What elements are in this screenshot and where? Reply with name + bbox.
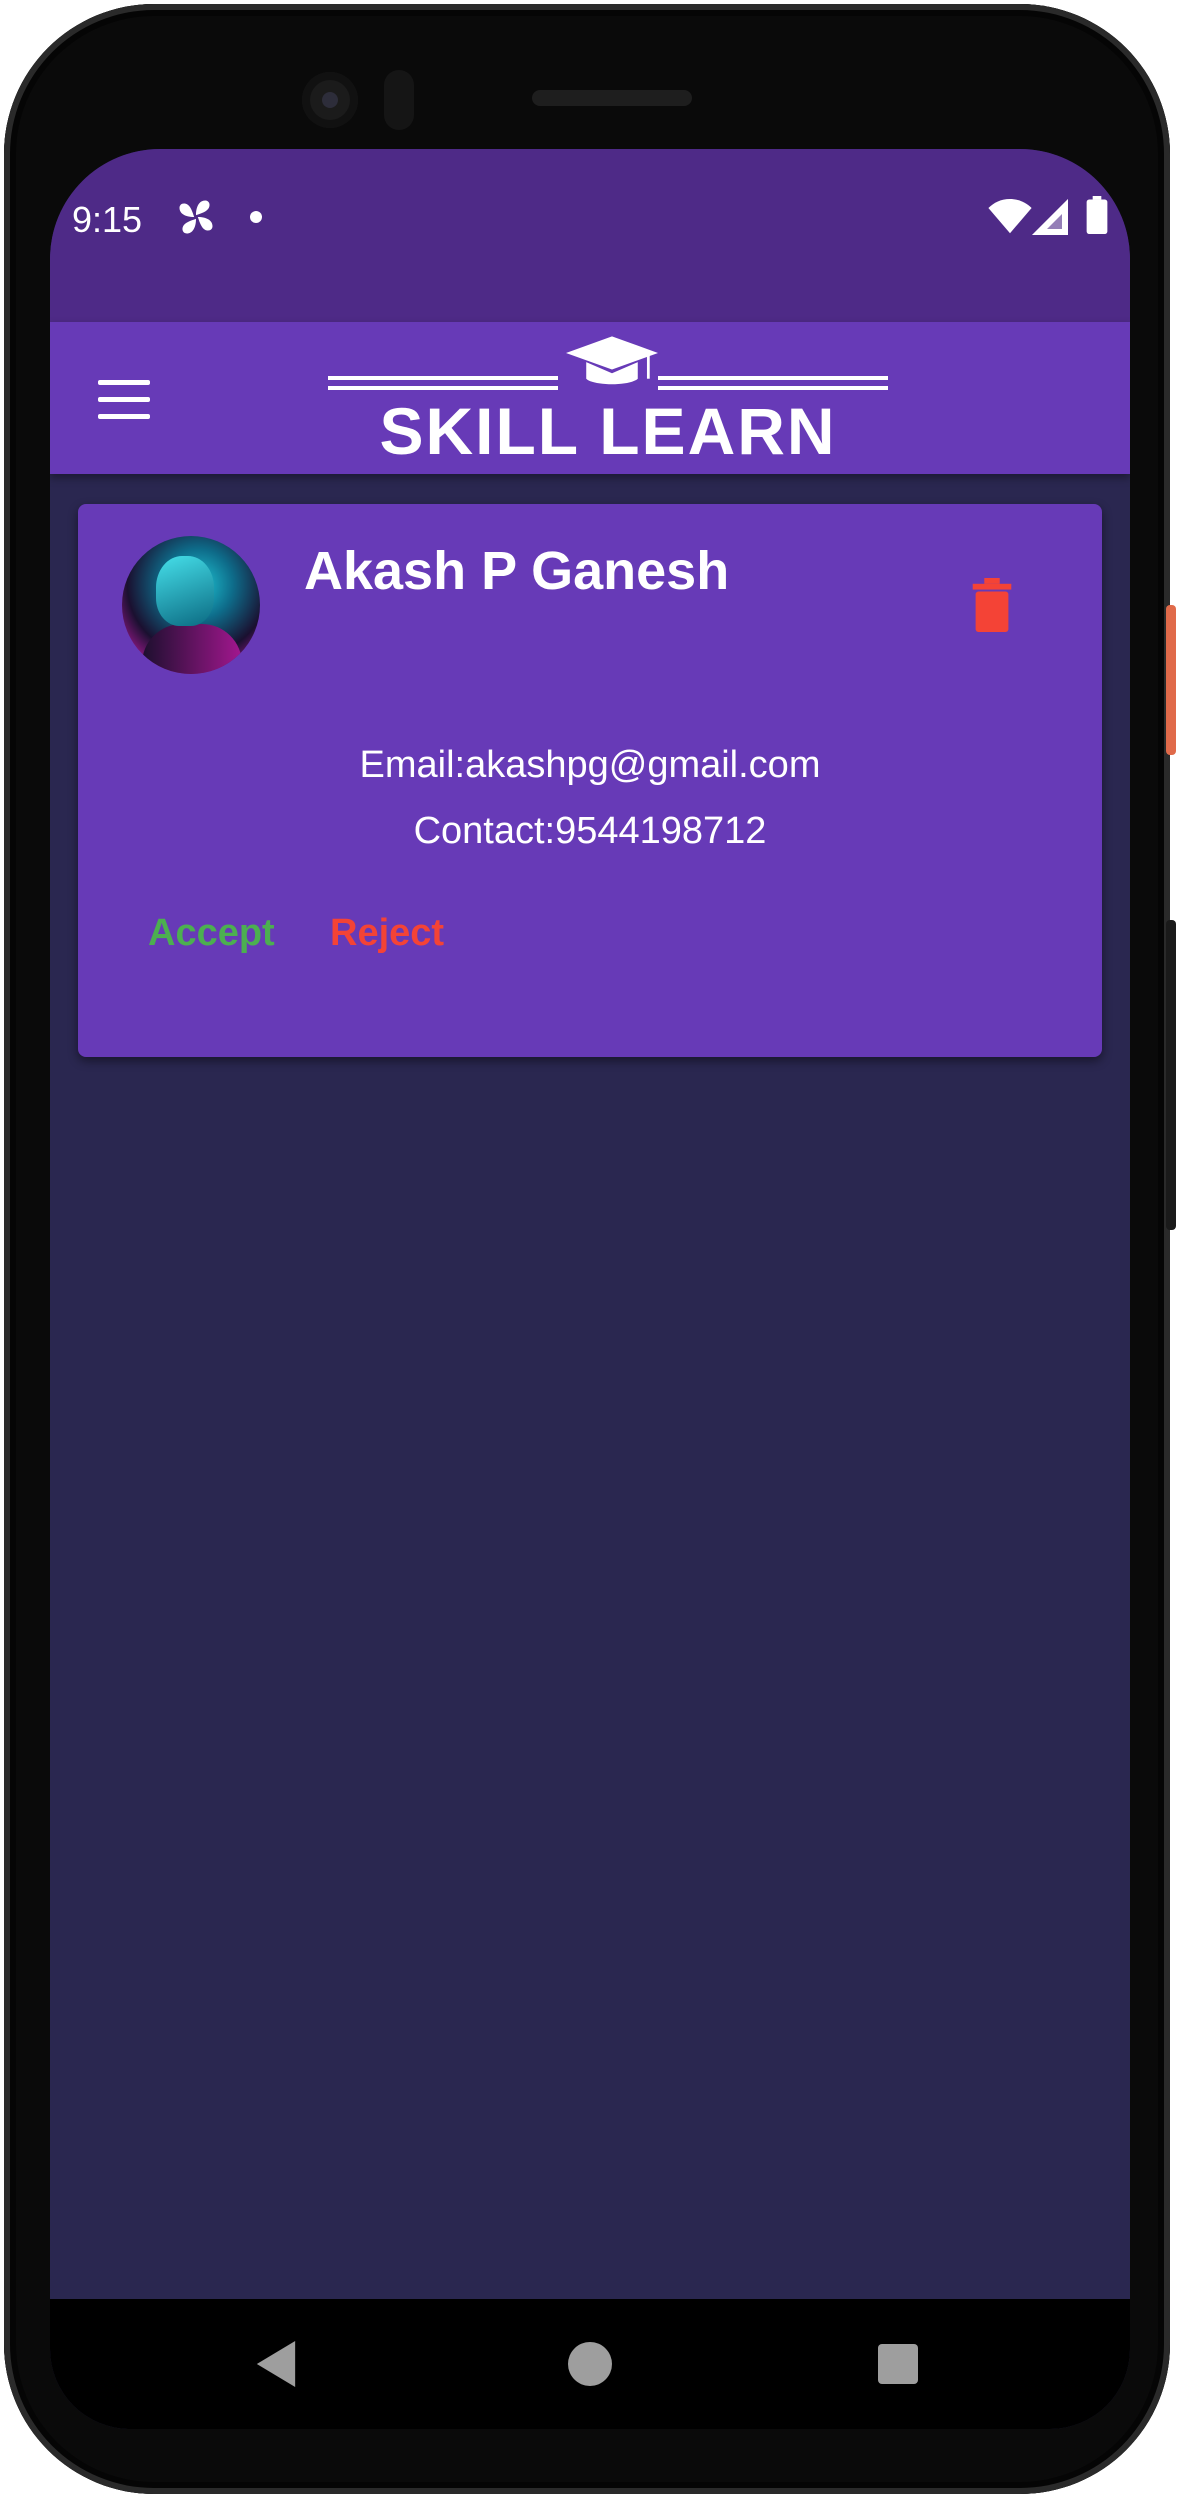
navigation-bar: [50, 2299, 1130, 2429]
earpiece-speaker: [532, 90, 692, 106]
wifi-icon: [988, 199, 1032, 234]
notification-dot-icon: [250, 211, 262, 223]
logo-line: [658, 376, 888, 380]
hamburger-menu-icon[interactable]: [98, 380, 152, 420]
request-card: Akash P Ganesh Email:akashpg@gmail.com C…: [78, 504, 1102, 1057]
front-camera: [302, 72, 358, 128]
logo-text: SKILL LEARN: [379, 394, 837, 468]
user-email: Email:akashpg@gmail.com: [359, 744, 821, 786]
status-time: 9:15: [72, 199, 143, 240]
pinwheel-icon: [179, 200, 213, 234]
recents-icon[interactable]: [878, 2344, 918, 2384]
accept-button[interactable]: Accept: [148, 912, 275, 955]
volume-button: [1166, 920, 1176, 1230]
home-icon[interactable]: [568, 2342, 612, 2386]
power-button: [1166, 605, 1176, 755]
phone-frame: 9:15 SKILL LEARN Akash P Ganesh Email:ak…: [4, 4, 1170, 2494]
logo-line: [328, 376, 558, 380]
user-contact: Contact:9544198712: [413, 810, 767, 852]
app-logo: SKILL LEARN: [328, 336, 888, 464]
user-name: Akash P Ganesh: [304, 541, 730, 601]
signal-icon: [1032, 199, 1068, 235]
status-bar: 9:15: [50, 149, 1130, 322]
back-icon[interactable]: [256, 2341, 296, 2387]
battery-icon: [1086, 196, 1108, 234]
proximity-sensor: [384, 70, 414, 130]
screen: 9:15 SKILL LEARN Akash P Ganesh Email:ak…: [50, 149, 1130, 2429]
reject-button[interactable]: Reject: [330, 912, 444, 955]
app-bar: SKILL LEARN: [50, 322, 1130, 474]
trash-icon[interactable]: [972, 578, 1012, 632]
logo-line: [328, 386, 558, 390]
graduation-cap-icon: [566, 336, 658, 385]
avatar: [122, 536, 260, 674]
logo-line: [658, 386, 888, 390]
